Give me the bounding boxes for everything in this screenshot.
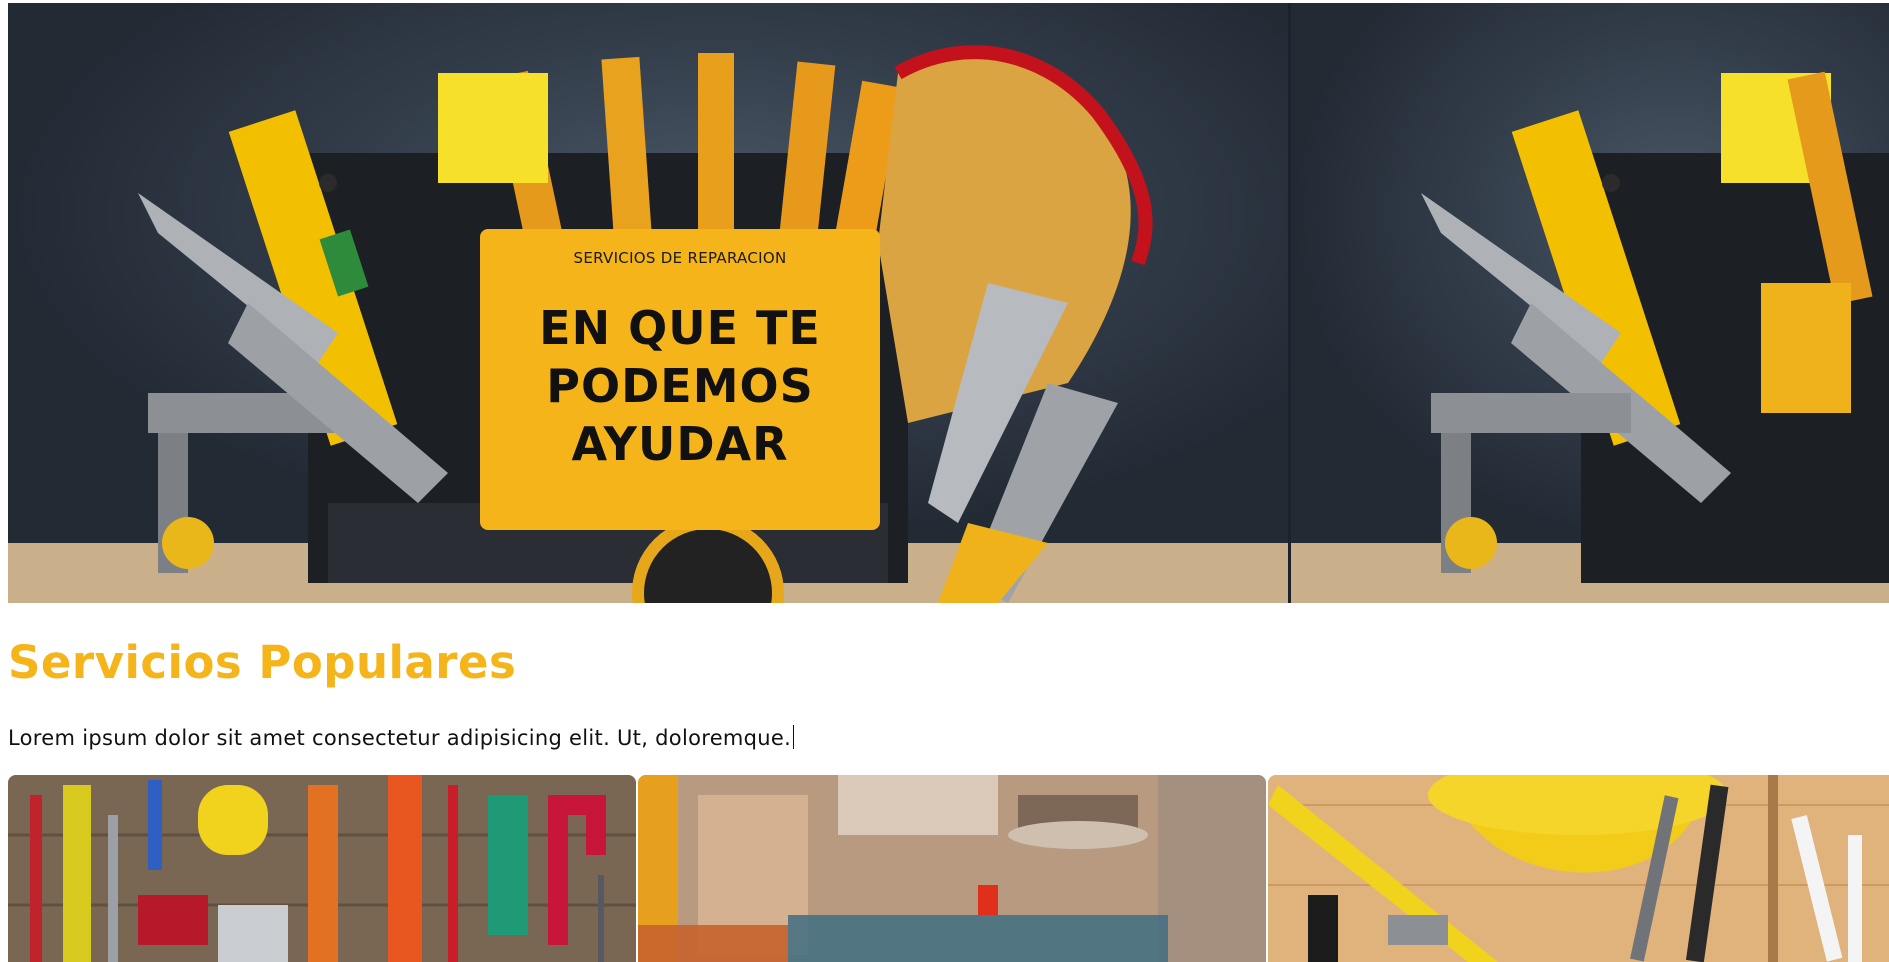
service-cards [8, 775, 1889, 962]
helmet-and-tools-image [1268, 775, 1889, 962]
hero-card: SERVICIOS DE REPARACION EN QUE TE PODEMO… [480, 229, 880, 530]
hardware-store-image [638, 775, 1266, 962]
section-description: Lorem ipsum dolor sit amet consectetur a… [8, 725, 795, 750]
toolbox-illustration-next [1291, 71, 1889, 603]
tools-on-wood-image [8, 775, 636, 962]
hero-banner: SERVICIOS DE REPARACION EN QUE TE PODEMO… [8, 3, 1889, 603]
hero-title: EN QUE TE PODEMOS AYUDAR [539, 301, 821, 471]
hero-eyebrow: SERVICIOS DE REPARACION [573, 249, 787, 267]
service-card-helmet[interactable] [1268, 775, 1889, 962]
section-description-text: Lorem ipsum dolor sit amet consectetur a… [8, 726, 792, 750]
service-card-tools[interactable] [8, 775, 636, 962]
hero-image-toolbox-next [1288, 3, 1889, 603]
text-caret [793, 725, 795, 749]
section-title: Servicios Populares [8, 636, 517, 689]
service-card-store[interactable] [638, 775, 1266, 962]
